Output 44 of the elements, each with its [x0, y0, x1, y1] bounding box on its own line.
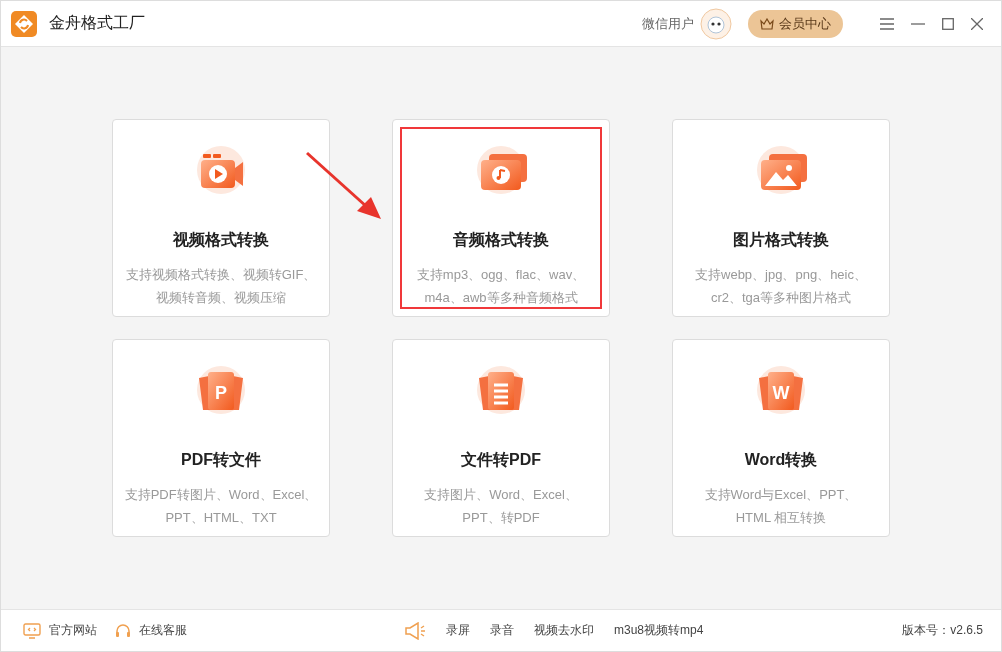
feature-card[interactable]: 音频格式转换 支持mp3、ogg、flac、wav、 m4a、awb等多种音频格式 [392, 119, 610, 317]
monitor-icon [23, 622, 41, 639]
feature-card[interactable]: 视频格式转换 支持视频格式转换、视频转GIF、 视频转音频、视频压缩 [112, 119, 330, 317]
vip-center-button[interactable]: 会员中心 [748, 9, 843, 38]
card-description-line: 支持PDF转图片、Word、Excel、 [124, 486, 318, 504]
feature-card[interactable]: 文件转PDF 支持图片、Word、Excel、 PPT、转PDF [392, 339, 610, 537]
footer-link[interactable]: 在线客服 [115, 622, 187, 639]
card-title: PDF转文件 [181, 450, 261, 470]
card-description-line: PPT、转PDF [462, 509, 540, 527]
version-label: 版本号：v2.6.5 [902, 622, 983, 639]
card-description-line: HTML 相互转换 [735, 509, 827, 527]
card-title: 音频格式转换 [453, 230, 549, 250]
card-title: 视频格式转换 [173, 230, 269, 250]
avatar-icon[interactable] [700, 7, 732, 40]
card-description-line: PPT、HTML、TXT [165, 509, 277, 527]
menu-icon[interactable] [880, 17, 894, 30]
footer-link[interactable]: 官方网站 [23, 622, 97, 639]
card-description-line: 支持视频格式转换、视频转GIF、 [125, 266, 317, 284]
tool-link[interactable]: m3u8视频转mp4 [613, 622, 704, 639]
feature-card[interactable]: 图片格式转换 支持webp、jpg、png、heic、 cr2、tga等多种图片格式 [672, 119, 890, 317]
headset-icon [115, 622, 131, 639]
card-description-line: m4a、awb等多种音频格式 [424, 289, 578, 307]
card-description-line: 视频转音频、视频压缩 [156, 289, 286, 307]
card-title: 图片格式转换 [733, 230, 829, 250]
tool-link[interactable]: 录屏 [445, 622, 470, 639]
card-description-line: cr2、tga等多种图片格式 [710, 289, 852, 307]
megaphone-icon [403, 621, 426, 640]
card-description-line: 支持mp3、ogg、flac、wav、 [416, 266, 586, 284]
app-logo-icon [11, 10, 37, 37]
card-description-line: 支持Word与Excel、PPT、 [704, 486, 858, 504]
card-description-line: 支持webp、jpg、png、heic、 [695, 266, 867, 284]
card-title: Word转换 [744, 450, 818, 470]
maximize-icon[interactable] [942, 17, 954, 30]
feature-card[interactable]: W Word转换 支持Word与Excel、PPT、 HTML 相互转换 [672, 339, 890, 537]
card-description-line: 支持图片、Word、Excel、 [424, 486, 578, 504]
tool-link[interactable]: 视频去水印 [533, 622, 594, 639]
minimize-icon[interactable] [911, 22, 925, 25]
card-title: 文件转PDF [461, 450, 541, 470]
feature-card[interactable]: P PDF转文件 支持PDF转图片、Word、Excel、 PPT、HTML、TXT [112, 339, 330, 537]
crown-icon [760, 17, 774, 30]
window-title: 金舟格式工厂 [49, 13, 145, 33]
user-name: 微信用户 [642, 14, 694, 33]
tool-link[interactable]: 录音 [489, 622, 514, 639]
close-icon[interactable] [971, 17, 983, 30]
